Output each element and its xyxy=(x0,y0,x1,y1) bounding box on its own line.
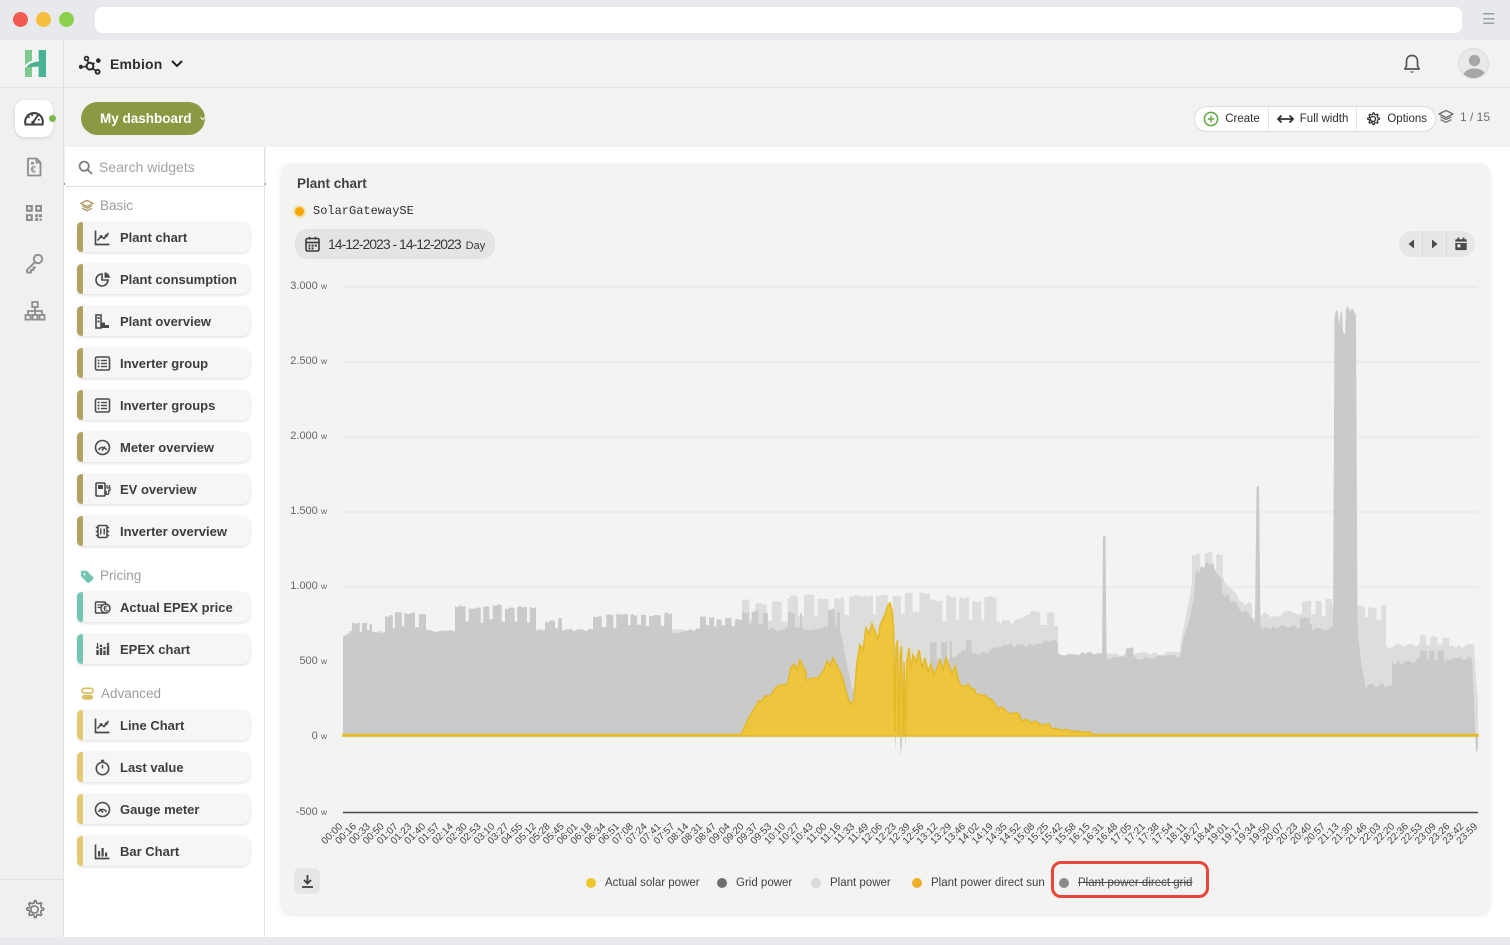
svg-text:€: € xyxy=(103,603,108,613)
svg-text:€: € xyxy=(31,164,37,175)
